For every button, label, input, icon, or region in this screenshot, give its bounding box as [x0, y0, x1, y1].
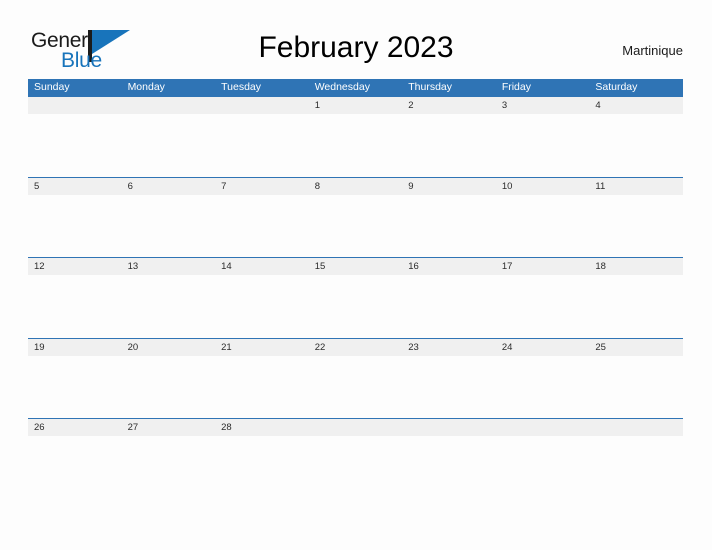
- day-cell[interactable]: 24: [496, 339, 590, 356]
- weekday-tuesday: Tuesday: [221, 81, 262, 93]
- day-cell[interactable]: [215, 97, 309, 114]
- day-cell[interactable]: 10: [496, 178, 590, 195]
- day-cell[interactable]: 19: [28, 339, 122, 356]
- weekday-sunday: Sunday: [34, 81, 70, 93]
- day-cell[interactable]: 9: [402, 178, 496, 195]
- day-cell[interactable]: [402, 419, 496, 436]
- day-cell[interactable]: 4: [589, 97, 683, 114]
- day-cell[interactable]: 3: [496, 97, 590, 114]
- day-cell[interactable]: [309, 419, 403, 436]
- day-cell[interactable]: 22: [309, 339, 403, 356]
- day-cell[interactable]: 18: [589, 258, 683, 275]
- weekday-wednesday: Wednesday: [314, 81, 370, 93]
- day-cell[interactable]: 13: [122, 258, 216, 275]
- date-band: 19 20 21 22 23 24 25: [28, 338, 683, 356]
- day-cell[interactable]: 7: [215, 178, 309, 195]
- day-cell[interactable]: 20: [122, 339, 216, 356]
- day-cell[interactable]: 8: [309, 178, 403, 195]
- day-cell[interactable]: 11: [589, 178, 683, 195]
- day-cell[interactable]: 6: [122, 178, 216, 195]
- week-row-body[interactable]: [28, 114, 683, 176]
- date-band: 5 6 7 8 9 10 11: [28, 177, 683, 195]
- day-cell[interactable]: 21: [215, 339, 309, 356]
- page-title: February 2023: [258, 31, 454, 64]
- day-cell[interactable]: 17: [496, 258, 590, 275]
- week-row-body[interactable]: [28, 275, 683, 337]
- day-cell[interactable]: 14: [215, 258, 309, 275]
- day-cell[interactable]: 16: [402, 258, 496, 275]
- week-row-body[interactable]: [28, 436, 683, 498]
- week-row-body[interactable]: [28, 355, 683, 418]
- day-cell[interactable]: 26: [28, 419, 122, 436]
- date-band: 26 27 28: [28, 419, 683, 436]
- weekday-saturday: Saturday: [595, 81, 638, 93]
- day-cell[interactable]: 2: [402, 97, 496, 114]
- day-cell[interactable]: 12: [28, 258, 122, 275]
- week-row: 1 2 3 4: [28, 96, 683, 177]
- day-cell[interactable]: 23: [402, 339, 496, 356]
- day-cell[interactable]: 1: [309, 97, 403, 114]
- weekday-monday: Monday: [127, 81, 165, 93]
- day-cell[interactable]: 28: [215, 419, 309, 436]
- week-row-body[interactable]: [28, 194, 683, 257]
- date-band: 12 13 14 15 16 17 18: [28, 258, 683, 275]
- location-label: Martinique: [622, 43, 683, 58]
- day-cell[interactable]: 15: [309, 258, 403, 275]
- weekday-header-row: Sunday Monday Tuesday Wednesday Thursday…: [28, 79, 683, 96]
- calendar-grid: Sunday Monday Tuesday Wednesday Thursday…: [28, 79, 683, 499]
- date-band: 1 2 3 4: [28, 97, 683, 114]
- day-cell[interactable]: 25: [589, 339, 683, 356]
- weekday-friday: Friday: [501, 81, 531, 93]
- day-cell[interactable]: [589, 419, 683, 436]
- week-row: 12 13 14 15 16 17 18: [28, 257, 683, 338]
- page-header: General Blue February 2023 Martinique: [0, 0, 712, 79]
- weekday-thursday: Thursday: [408, 81, 453, 93]
- day-cell[interactable]: 27: [122, 419, 216, 436]
- day-cell[interactable]: 5: [28, 178, 122, 195]
- week-row: 5 6 7 8 9 10 11: [28, 176, 683, 258]
- week-row: 19 20 21 22 23 24 25: [28, 337, 683, 419]
- day-cell[interactable]: [122, 97, 216, 114]
- day-cell[interactable]: [28, 97, 122, 114]
- day-cell[interactable]: [496, 419, 590, 436]
- week-row: 26 27 28: [28, 418, 683, 499]
